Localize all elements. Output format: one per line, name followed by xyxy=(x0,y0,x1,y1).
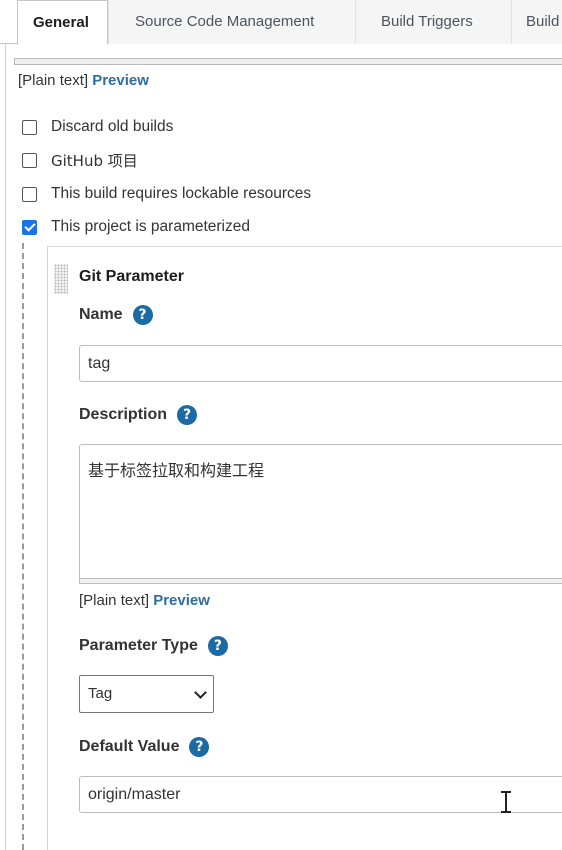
tab-build[interactable]: Build xyxy=(511,0,562,44)
parameter-type-value: Tag xyxy=(88,685,113,702)
nested-section-guide xyxy=(22,243,24,850)
name-input[interactable]: tag xyxy=(79,345,562,382)
tab-build-triggers[interactable]: Build Triggers xyxy=(355,0,511,44)
textarea-resize-bar[interactable] xyxy=(79,578,562,584)
param-plain-text-label: [Plain text] xyxy=(79,592,150,609)
name-label: Name xyxy=(79,306,123,323)
config-tab-bar: General Source Code Management Build Tri… xyxy=(0,0,562,45)
lockable-resources-label: This build requires lockable resources xyxy=(51,185,312,202)
option-discard-old-builds[interactable]: Discard old builds xyxy=(22,116,173,138)
parameterized-checkbox[interactable] xyxy=(22,219,37,235)
name-help-icon[interactable]: ? xyxy=(132,305,153,325)
default-value-label-row: Default Value ? xyxy=(79,737,210,757)
parameter-type-label-row: Parameter Type ? xyxy=(79,636,228,656)
description-help-icon[interactable]: ? xyxy=(177,405,198,425)
tab-general[interactable]: General xyxy=(17,0,108,45)
name-label-row: Name ? xyxy=(79,305,153,325)
parameter-type-help-icon[interactable]: ? xyxy=(207,636,228,656)
tab-source-code-management[interactable]: Source Code Management xyxy=(108,0,355,44)
option-lockable-resources[interactable]: This build requires lockable resources xyxy=(22,183,311,205)
lockable-resources-checkbox[interactable] xyxy=(22,186,37,202)
description-preview-row: [Plain text] Preview xyxy=(18,72,149,89)
github-project-label: GitHub 项目 xyxy=(51,151,138,170)
option-github-project[interactable]: GitHub 项目 xyxy=(22,149,138,171)
preview-link[interactable]: Preview xyxy=(92,72,149,89)
option-parameterized[interactable]: This project is parameterized xyxy=(22,216,250,238)
default-value-help-icon[interactable]: ? xyxy=(189,737,210,757)
description-label: Description xyxy=(79,406,168,423)
description-textarea[interactable]: 基于标签拉取和构建工程 xyxy=(79,444,562,580)
discard-old-builds-label: Discard old builds xyxy=(51,118,174,135)
drag-handle-icon[interactable] xyxy=(54,264,68,294)
parameter-type-select[interactable]: Tag xyxy=(79,675,214,713)
github-project-checkbox[interactable] xyxy=(22,152,37,168)
parameterized-label: This project is parameterized xyxy=(51,218,250,235)
text-cursor-icon xyxy=(500,791,512,813)
parameter-title: Git Parameter xyxy=(79,268,184,285)
parameter-type-label: Parameter Type xyxy=(79,637,198,654)
description-label-row: Description ? xyxy=(79,405,198,425)
editor-resize-bar[interactable] xyxy=(14,58,562,65)
default-value-label: Default Value xyxy=(79,738,180,755)
chevron-down-icon xyxy=(194,686,207,699)
param-preview-link[interactable]: Preview xyxy=(153,592,210,609)
plain-text-label: [Plain text] xyxy=(18,72,89,89)
discard-old-builds-checkbox[interactable] xyxy=(22,119,37,135)
default-value-input[interactable]: origin/master xyxy=(79,776,562,813)
page-left-border xyxy=(5,0,6,850)
param-description-preview-row: [Plain text] Preview xyxy=(79,592,210,609)
